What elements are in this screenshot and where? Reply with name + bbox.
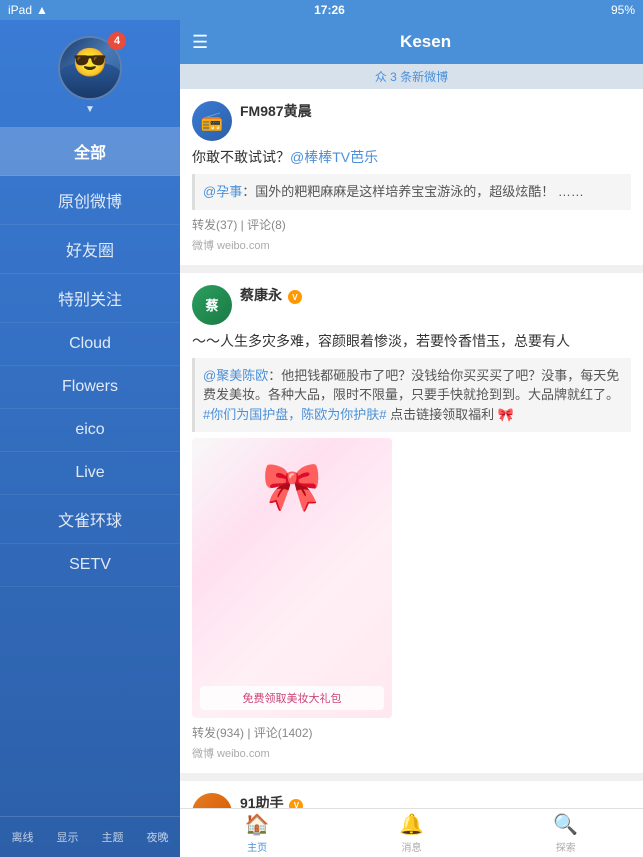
post-card-3: 91 91助手 V 【👍 91助手PC版 完美支持iOS 8.4】经过我们程序员… [180, 781, 643, 808]
offline-button[interactable]: 离线 [4, 825, 42, 849]
status-bar-right: 95% [611, 3, 635, 17]
home-icon: 🏠 [245, 812, 270, 837]
theme-button[interactable]: 主题 [94, 825, 132, 849]
post-meta-3: 91助手 V [240, 793, 631, 808]
post-image-2: 免费领取美妆大礼包 [192, 438, 392, 718]
post-meta-1: FM987黄晨 [240, 101, 631, 121]
post-actions-1[interactable]: 转发(37) | 评论(8) [192, 216, 631, 233]
post-author-3: 91助手 V [240, 793, 631, 808]
tab-mentions-label: 消息 [401, 839, 421, 854]
sidebar-item-setv[interactable]: SETV [0, 544, 180, 587]
verified-badge-3: V [289, 799, 303, 809]
avatar-91: 91 [192, 793, 232, 808]
status-bar: iPad ▲ 17:26 95% [0, 0, 643, 20]
tab-home[interactable]: 🏠 主页 [180, 809, 334, 857]
bell-icon: 🔔 [399, 812, 424, 837]
post-header-2: 蔡 蔡康永 V [192, 285, 631, 325]
post-author-2: 蔡康永 V [240, 285, 631, 305]
content-area: ☰ Kesen 众 3 条新微博 📻 FM987黄晨 你敢不敢试试？@棒棒TV芭… [180, 20, 643, 857]
quoted-content-2: @聚美陈欧：他把钱都砸股市了吧？没钱给你买买买了吧？没事，每天免费发美妆。各种大… [192, 358, 631, 433]
sidebar-item-flowers[interactable]: Flowers [0, 366, 180, 409]
mention-link-1[interactable]: @棒棒TV芭乐 [290, 149, 378, 165]
tab-explore[interactable]: 🔍 探索 [489, 809, 643, 857]
sidebar-item-special[interactable]: 特别关注 [0, 274, 180, 323]
post-author-1: FM987黄晨 [240, 101, 631, 121]
tab-explore-label: 探索 [556, 839, 576, 854]
top-nav: ☰ Kesen [180, 20, 643, 64]
post-card-1: 📻 FM987黄晨 你敢不敢试试？@棒棒TV芭乐 @孕事：国外的粑粑麻麻是这样培… [180, 89, 643, 265]
main-layout: 4 ▼ 全部 原创微博 好友圈 特别关注 Cloud Flowers eico … [0, 20, 643, 857]
sidebar-item-original[interactable]: 原创微博 [0, 176, 180, 225]
tab-home-label: 主页 [247, 839, 267, 854]
hamburger-button[interactable]: ☰ [192, 33, 208, 51]
page-title: Kesen [220, 32, 631, 52]
carrier-text: iPad [8, 3, 32, 17]
dropdown-arrow[interactable]: ▼ [85, 104, 95, 115]
sidebar-item-live[interactable]: Live [0, 452, 180, 495]
new-weibo-bar[interactable]: 众 3 条新微博 [180, 64, 643, 89]
sidebar-footer: 离线 显示 主题 夜晚 [0, 816, 180, 857]
post-source-1: 微博 weibo.com [192, 237, 631, 253]
status-bar-left: iPad ▲ [8, 3, 48, 17]
sidebar-item-friends[interactable]: 好友圈 [0, 225, 180, 274]
avatar-container[interactable]: 4 [58, 36, 122, 100]
sidebar: 4 ▼ 全部 原创微博 好友圈 特别关注 Cloud Flowers eico … [0, 20, 180, 857]
avatar-fm987: 📻 [192, 101, 232, 141]
feed: 📻 FM987黄晨 你敢不敢试试？@棒棒TV芭乐 @孕事：国外的粑粑麻麻是这样培… [180, 89, 643, 808]
bottom-tabs: 🏠 主页 🔔 消息 🔍 探索 [180, 808, 643, 857]
tab-mentions[interactable]: 🔔 消息 [334, 809, 488, 857]
search-icon: 🔍 [553, 812, 578, 837]
sidebar-item-eico[interactable]: eico [0, 409, 180, 452]
sidebar-header: 4 ▼ [0, 20, 180, 127]
quoted-content-1: @孕事：国外的粑粑麻麻是这样培养宝宝游泳的，超级炫酷！ …… [192, 174, 631, 210]
post-content-1: 你敢不敢试试？@棒棒TV芭乐 [192, 147, 631, 168]
display-button[interactable]: 显示 [49, 825, 87, 849]
post-content-2: ～～人生多灾多难，容颜眼着惨淡，若要怜香惜玉，总要有人 [192, 331, 631, 352]
post-card-2: 蔡 蔡康永 V ～～人生多灾多难，容颜眼着惨淡，若要怜香惜玉，总要有人 @聚美陈… [180, 273, 643, 774]
sidebar-nav: 全部 原创微博 好友圈 特别关注 Cloud Flowers eico Live… [0, 127, 180, 816]
sidebar-item-wenjue[interactable]: 文雀环球 [0, 495, 180, 544]
status-bar-time: 17:26 [314, 3, 345, 17]
avatar-cai: 蔡 [192, 285, 232, 325]
post-header-1: 📻 FM987黄晨 [192, 101, 631, 141]
night-button[interactable]: 夜晚 [139, 825, 177, 849]
post-meta-2: 蔡康永 V [240, 285, 631, 305]
post-actions-2[interactable]: 转发(934) | 评论(1402) [192, 724, 631, 741]
sidebar-item-all[interactable]: 全部 [0, 127, 180, 176]
verified-badge-2: V [288, 290, 302, 304]
notification-badge: 4 [108, 32, 126, 50]
post-source-2: 微博 weibo.com [192, 745, 631, 761]
post-header-3: 91 91助手 V [192, 793, 631, 808]
battery-text: 95% [611, 3, 635, 17]
sidebar-item-cloud[interactable]: Cloud [0, 323, 180, 366]
post-image-text: 免费领取美妆大礼包 [200, 686, 384, 710]
wifi-icon: ▲ [36, 3, 48, 17]
